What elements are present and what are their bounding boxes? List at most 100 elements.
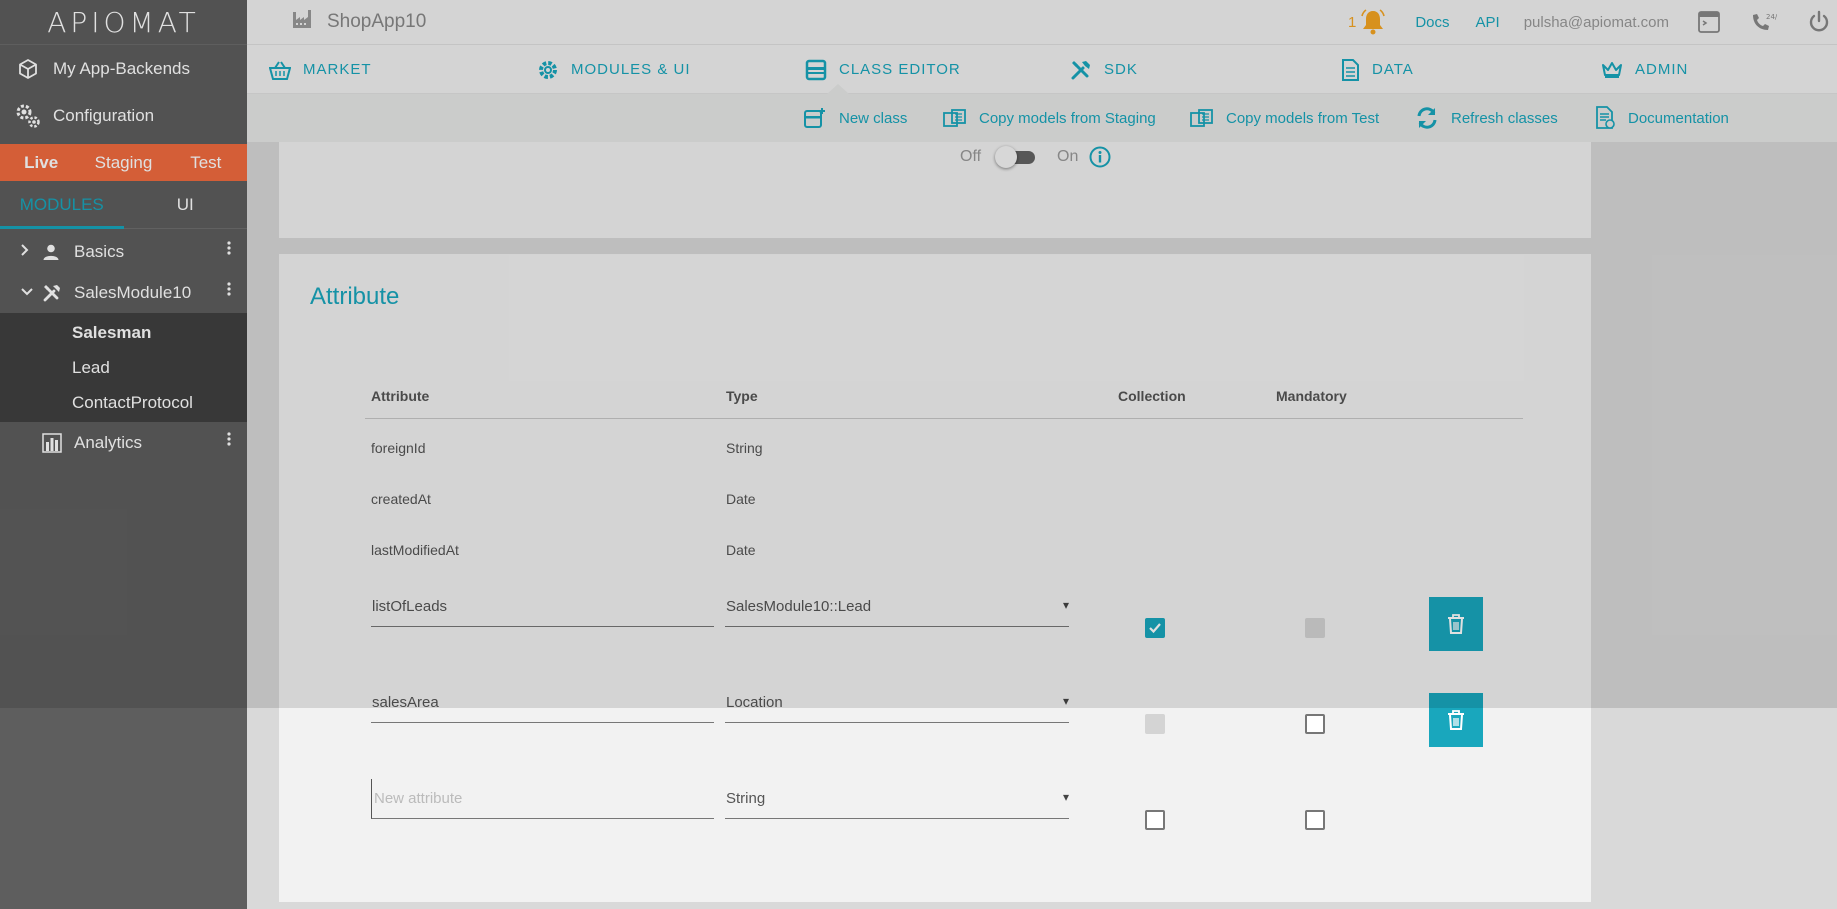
app-name: ShopApp10 [327, 11, 427, 32]
copy-models-icon [943, 108, 967, 128]
basket-icon [269, 60, 291, 80]
toggle-row: Off On [960, 146, 1111, 168]
svg-text:24/7: 24/7 [1766, 13, 1777, 21]
crown-icon [1601, 61, 1623, 79]
new-attribute-type-select[interactable]: String [725, 779, 1069, 819]
copy-from-staging-button[interactable]: Copy models from Staging [943, 94, 1156, 142]
toggle-on-label: On [1057, 148, 1079, 165]
logo-bar: APIOMAT [0, 0, 247, 45]
new-attribute-input[interactable]: New attribute [371, 779, 714, 819]
nav-modules-ui[interactable]: MODULES & UI [537, 45, 691, 94]
class-item-lead[interactable]: Lead [0, 350, 247, 385]
class-item-salesman[interactable]: Salesman [0, 315, 247, 350]
column-header-type: Type [726, 388, 758, 404]
attribute-type-select[interactable]: Location [725, 683, 1069, 723]
tools-icon [1070, 59, 1092, 81]
sidebar-link-my-app-backends[interactable]: My App-Backends [0, 45, 247, 92]
person-icon [42, 243, 64, 261]
nav-data[interactable]: DATA [1340, 45, 1414, 94]
nav-sdk[interactable]: SDK [1070, 45, 1138, 94]
top-bar: ShopApp10 1 Docs API pulsha@apiomat.com … [247, 0, 1837, 45]
tree-item-label: Analytics [74, 432, 143, 452]
top-bar-right: 1 Docs API pulsha@apiomat.com 24/7 [1348, 8, 1837, 36]
trash-icon [1448, 614, 1464, 634]
toolbar-label: New class [839, 109, 908, 127]
user-email[interactable]: pulsha@apiomat.com [1524, 14, 1669, 31]
toolbar-label: Copy models from Staging [979, 109, 1156, 127]
attribute-name-input[interactable]: listOfLeads [371, 587, 714, 627]
main-content: Off On Attribute Attribute Type Collecti… [247, 142, 1837, 909]
class-item-contactprotocol[interactable]: ContactProtocol [0, 385, 247, 420]
copy-models-icon [1190, 108, 1214, 128]
class-settings-card: Off On [279, 142, 1591, 238]
collection-checkbox [1145, 714, 1165, 734]
mandatory-checkbox [1305, 618, 1325, 638]
nav-label: SDK [1104, 61, 1138, 78]
document-icon [1340, 58, 1360, 81]
attribute-name-input[interactable]: salesArea [371, 683, 714, 723]
cube-icon [14, 55, 42, 83]
tree-item-label: Basics [74, 241, 125, 261]
delete-attribute-button[interactable] [1429, 597, 1483, 651]
app-selector[interactable]: ShopApp10 [291, 8, 426, 36]
new-class-button[interactable]: New class [803, 94, 907, 142]
toolbar-label: Refresh classes [1451, 109, 1558, 127]
nav-label: DATA [1372, 61, 1414, 78]
new-collection-checkbox[interactable] [1145, 810, 1165, 830]
tab-ui[interactable]: UI [124, 181, 248, 228]
attribute-section-title: Attribute [310, 283, 400, 310]
notification-count: 1 [1347, 13, 1357, 31]
sidebar-link-label: My App-Backends [53, 58, 191, 78]
sidebar-link-configuration[interactable]: Configuration [0, 92, 247, 139]
nav-label: MODULES & UI [571, 61, 691, 78]
power-icon[interactable] [1807, 10, 1831, 34]
tree-item-salesmodule10[interactable]: SalesModule10 [0, 272, 247, 313]
on-off-switch[interactable] [995, 146, 1037, 168]
docs-link[interactable]: Docs [1415, 14, 1449, 31]
mandatory-checkbox[interactable] [1305, 714, 1325, 734]
env-tab-live[interactable]: Live [0, 144, 82, 181]
attribute-card: Attribute Attribute Type Collection Mand… [279, 254, 1591, 902]
more-vertical-icon[interactable] [227, 282, 231, 296]
tree-item-label: SalesModule10 [74, 282, 192, 302]
switch-knob [995, 146, 1018, 168]
tab-modules[interactable]: MODULES [0, 181, 124, 229]
documentation-button[interactable]: Documentation [1594, 94, 1729, 142]
attribute-name-cell: lastModifiedAt [371, 542, 459, 558]
sidebar: APIOMAT My App-Backends Configuration Li… [0, 0, 247, 909]
class-editor-toolbar: New class Copy models from Staging Copy … [247, 94, 1837, 145]
support-phone-icon[interactable]: 24/7 [1749, 10, 1777, 34]
refresh-classes-button[interactable]: Refresh classes [1415, 94, 1558, 142]
toggle-off-label: Off [960, 148, 982, 165]
bell-icon[interactable] [1359, 8, 1387, 36]
nav-label: CLASS EDITOR [839, 61, 961, 78]
nav-label: ADMIN [1635, 61, 1689, 78]
env-tab-staging[interactable]: Staging [82, 144, 164, 181]
collection-checkbox[interactable] [1145, 618, 1165, 638]
tree-item-analytics[interactable]: Analytics [0, 422, 247, 463]
column-header-collection: Collection [1118, 388, 1186, 404]
tree-item-basics[interactable]: Basics [0, 231, 247, 272]
api-link[interactable]: API [1476, 14, 1500, 31]
documentation-icon [1594, 106, 1616, 130]
sidebar-link-label: Configuration [53, 105, 155, 125]
more-vertical-icon[interactable] [227, 241, 231, 255]
factory-icon [291, 8, 313, 36]
new-class-icon [803, 107, 827, 129]
main-navigation: MARKET MODULES & UI CLASS EDITOR SDK DAT… [247, 45, 1837, 94]
nav-admin[interactable]: ADMIN [1601, 45, 1688, 94]
copy-from-test-button[interactable]: Copy models from Test [1190, 94, 1379, 142]
attribute-type-cell: Date [726, 542, 756, 558]
terminal-icon[interactable] [1697, 10, 1721, 34]
attribute-type-select[interactable]: SalesModule10::Lead [725, 587, 1069, 627]
delete-attribute-button[interactable] [1429, 693, 1483, 747]
more-vertical-icon[interactable] [227, 432, 231, 446]
nav-market[interactable]: MARKET [269, 45, 372, 94]
info-icon[interactable] [1089, 146, 1111, 168]
gear-icon [537, 59, 559, 81]
new-mandatory-checkbox[interactable] [1305, 810, 1325, 830]
attribute-type-cell: String [726, 440, 763, 456]
table-header-divider [365, 418, 1523, 419]
module-ui-tabs: MODULES UI [0, 181, 247, 229]
env-tab-test[interactable]: Test [165, 144, 247, 181]
